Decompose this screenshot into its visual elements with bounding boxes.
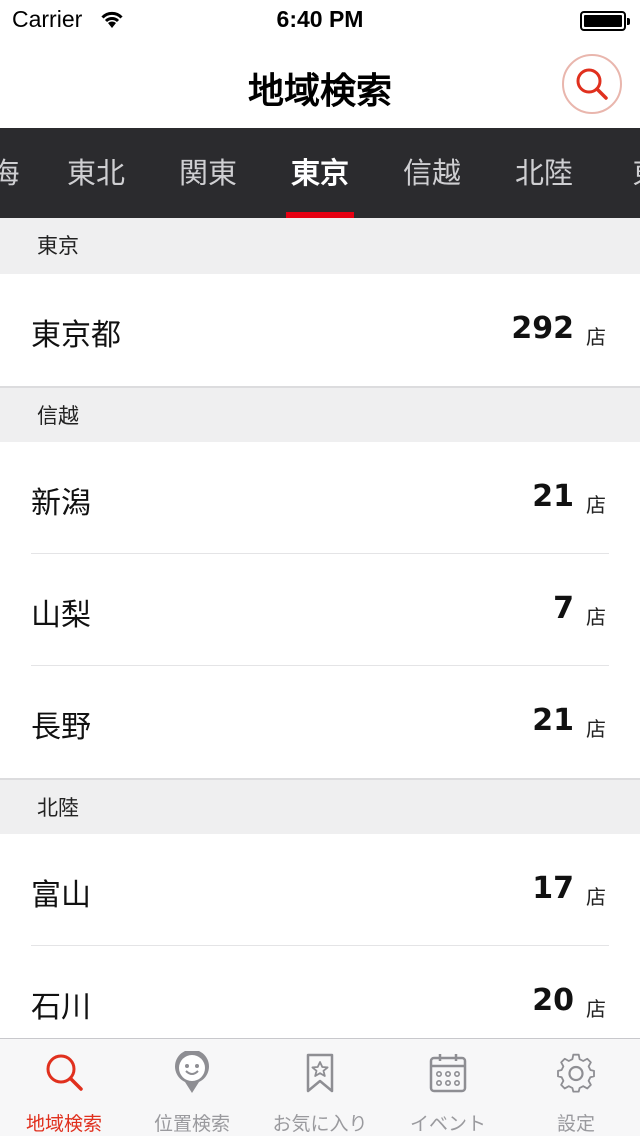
bookmark-star-icon	[306, 1053, 334, 1093]
list-item[interactable]: 石川 20 店	[0, 946, 640, 1038]
tab-tokai-partial[interactable]: 海	[0, 128, 30, 218]
tab-kanto[interactable]: 関東	[152, 128, 264, 218]
prefecture-name: 長野	[31, 710, 91, 745]
list-item[interactable]: 長野 21 店	[0, 666, 640, 778]
store-unit: 店	[586, 997, 606, 1021]
tab-label: お気に入り	[272, 1113, 368, 1135]
store-count-list[interactable]: 東京 東京都 292 店 信越 新潟 21 店 山梨 7 店 長野 21 店 北…	[0, 218, 640, 1038]
gear-icon	[557, 1053, 595, 1093]
section-header: 北陸	[0, 778, 640, 834]
tab-favorites[interactable]: お気に入り	[256, 1039, 384, 1136]
prefecture-name: 新潟	[31, 486, 91, 521]
store-count: 292	[511, 311, 574, 346]
prefecture-name: 石川	[31, 990, 91, 1025]
list-item[interactable]: 東京都 292 店	[0, 274, 640, 386]
search-icon	[46, 1054, 83, 1091]
store-unit: 店	[586, 717, 606, 741]
section-header: 信越	[0, 386, 640, 442]
store-unit: 店	[586, 325, 606, 349]
prefecture-name: 東京都	[31, 318, 121, 353]
tab-settings[interactable]: 設定	[512, 1039, 640, 1136]
store-count: 17	[532, 871, 574, 906]
store-count: 7	[553, 591, 574, 626]
navigation-bar: 地域検索	[0, 40, 640, 128]
store-unit: 店	[586, 885, 606, 909]
store-count: 20	[532, 983, 574, 1018]
search-icon	[576, 68, 608, 100]
list-item[interactable]: 山梨 7 店	[0, 554, 640, 666]
tab-events[interactable]: イベント	[384, 1039, 512, 1136]
tab-label: イベント	[409, 1113, 486, 1135]
store-count: 21	[532, 703, 574, 738]
list-item[interactable]: 新潟 21 店	[0, 442, 640, 554]
section-header: 東京	[0, 218, 640, 274]
status-time: 6:40 PM	[276, 6, 364, 32]
tab-label: 地域検索	[25, 1113, 102, 1135]
prefecture-name: 富山	[31, 878, 91, 913]
tab-partial-right[interactable]: 東	[622, 128, 640, 218]
location-pin-icon	[175, 1051, 209, 1093]
battery-icon	[580, 11, 630, 31]
region-tab-strip[interactable]: 海 東北 関東 東京 信越 北陸 東	[0, 128, 640, 218]
store-unit: 店	[586, 605, 606, 629]
tab-label: 設定	[556, 1113, 595, 1135]
tab-shinetsu[interactable]: 信越	[376, 128, 488, 218]
tab-tohoku[interactable]: 東北	[40, 128, 152, 218]
page-title: 地域検索	[247, 71, 392, 112]
prefecture-name: 山梨	[31, 598, 91, 633]
tab-region-search[interactable]: 地域検索	[0, 1039, 128, 1136]
store-unit: 店	[586, 493, 606, 517]
calendar-icon	[429, 1054, 467, 1093]
list-item[interactable]: 富山 17 店	[0, 834, 640, 946]
tab-location-search[interactable]: 位置検索	[128, 1039, 256, 1136]
tab-tokyo[interactable]: 東京	[264, 128, 376, 218]
bottom-tab-bar: 地域検索 位置検索 お気に入り イベント 設定	[0, 1038, 640, 1136]
tab-label: 位置検索	[153, 1113, 230, 1135]
status-bar: Carrier 6:40 PM	[0, 0, 640, 40]
store-count: 21	[532, 479, 574, 514]
tab-hokuriku[interactable]: 北陸	[488, 128, 600, 218]
search-button[interactable]	[562, 54, 622, 114]
